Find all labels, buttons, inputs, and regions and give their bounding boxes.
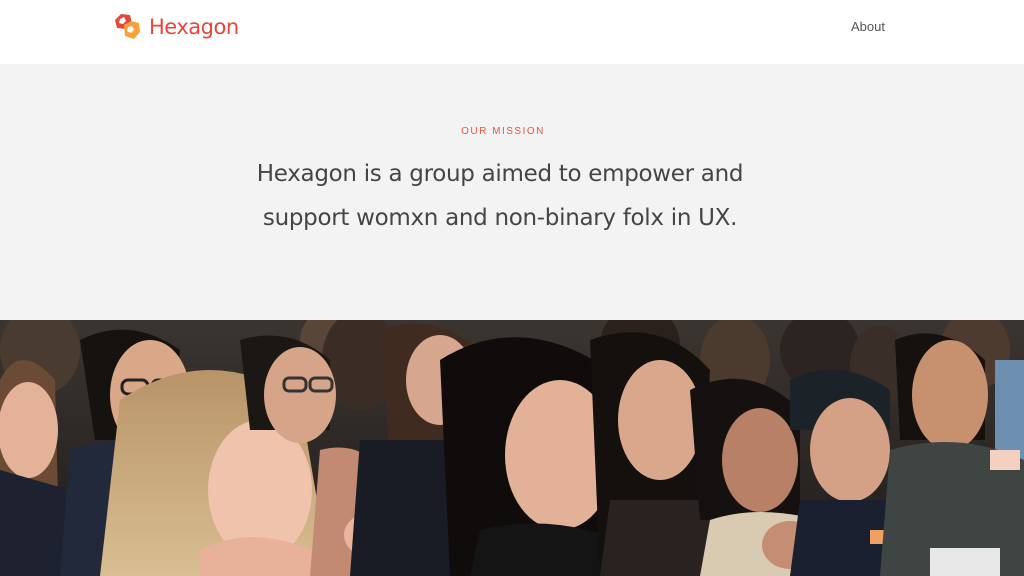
- hexagon-logo-icon: [115, 14, 140, 39]
- mission-statement: Hexagon is a group aimed to empower and …: [256, 161, 744, 231]
- nav-link-about[interactable]: About: [851, 19, 885, 35]
- audience-photo: [0, 320, 1024, 576]
- mission-section: OUR MISSION Hexagon is a group aimed to …: [0, 64, 1024, 320]
- logo-link[interactable]: Hexagon: [112, 12, 239, 42]
- brand-name: Hexagon: [149, 15, 239, 39]
- site-header: Hexagon About: [0, 0, 1024, 64]
- mission-eyebrow: OUR MISSION: [461, 126, 545, 137]
